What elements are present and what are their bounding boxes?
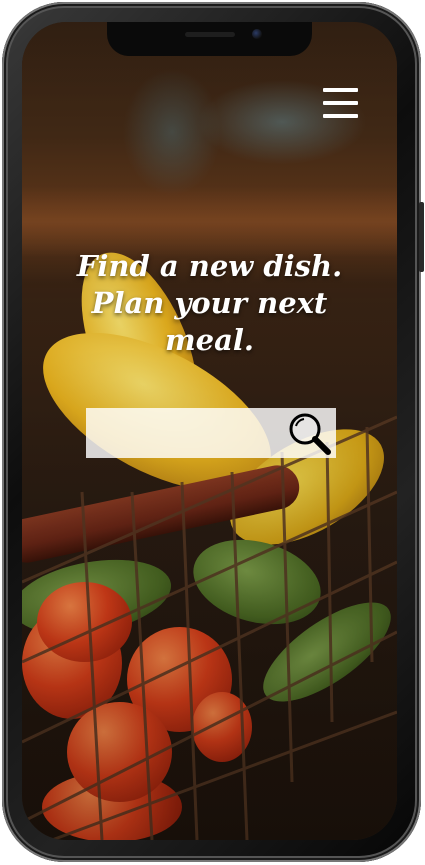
search-icon[interactable] bbox=[284, 409, 334, 457]
hero-headline: Find a new dish. Plan your next meal. bbox=[52, 248, 367, 359]
device-notch bbox=[107, 22, 312, 56]
phone-frame: Find a new dish. Plan your next meal. bbox=[2, 2, 424, 862]
speaker-grille bbox=[185, 32, 235, 37]
side-button bbox=[419, 202, 424, 272]
hamburger-menu-icon[interactable] bbox=[320, 86, 360, 122]
search-bar bbox=[86, 408, 336, 458]
headline-line: meal. bbox=[164, 323, 255, 357]
app-screen: Find a new dish. Plan your next meal. bbox=[22, 22, 397, 840]
headline-line: Find a new dish. bbox=[76, 249, 343, 283]
search-input[interactable] bbox=[86, 408, 281, 458]
headline-line: Plan your next bbox=[91, 286, 328, 320]
front-camera bbox=[252, 29, 262, 39]
